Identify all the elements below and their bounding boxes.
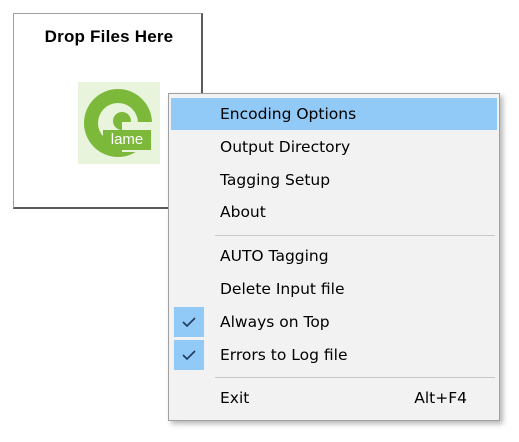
menu-item-label: Output Directory (220, 138, 351, 156)
checkmark-icon (174, 340, 204, 370)
lame-logo-text: lame (103, 130, 151, 150)
menu-separator (215, 235, 495, 236)
menu-item-label: About (220, 203, 266, 221)
menu-item-exit[interactable]: Exit Alt+F4 (171, 382, 497, 414)
checkmark-icon (174, 307, 204, 337)
menu-item-output-directory[interactable]: Output Directory (171, 131, 497, 163)
lame-logo-icon (78, 82, 162, 164)
menu-item-shortcut: Alt+F4 (414, 389, 467, 407)
menu-item-always-on-top[interactable]: Always on Top (171, 306, 497, 338)
menu-item-label: Exit (220, 389, 250, 407)
menu-item-delete-input-file[interactable]: Delete Input file (171, 273, 497, 305)
menu-item-label: Errors to Log file (220, 346, 348, 364)
menu-item-tagging-setup[interactable]: Tagging Setup (171, 164, 497, 196)
menu-item-label: Always on Top (220, 313, 330, 331)
menu-item-label: Tagging Setup (220, 171, 331, 189)
drop-files-title: Drop Files Here (44, 27, 174, 46)
menu-item-auto-tagging[interactable]: AUTO Tagging (171, 240, 497, 272)
menu-item-about[interactable]: About (171, 196, 497, 228)
menu-item-label: Delete Input file (220, 280, 345, 298)
lame-logo: lame (78, 82, 162, 164)
menu-item-label: Encoding Options (220, 105, 357, 123)
menu-item-encoding-options[interactable]: Encoding Options (171, 98, 497, 130)
menu-separator (215, 377, 495, 378)
context-menu: Encoding Options Output Directory Taggin… (168, 93, 500, 421)
menu-item-label: AUTO Tagging (220, 247, 329, 265)
menu-item-errors-to-log-file[interactable]: Errors to Log file (171, 339, 497, 371)
